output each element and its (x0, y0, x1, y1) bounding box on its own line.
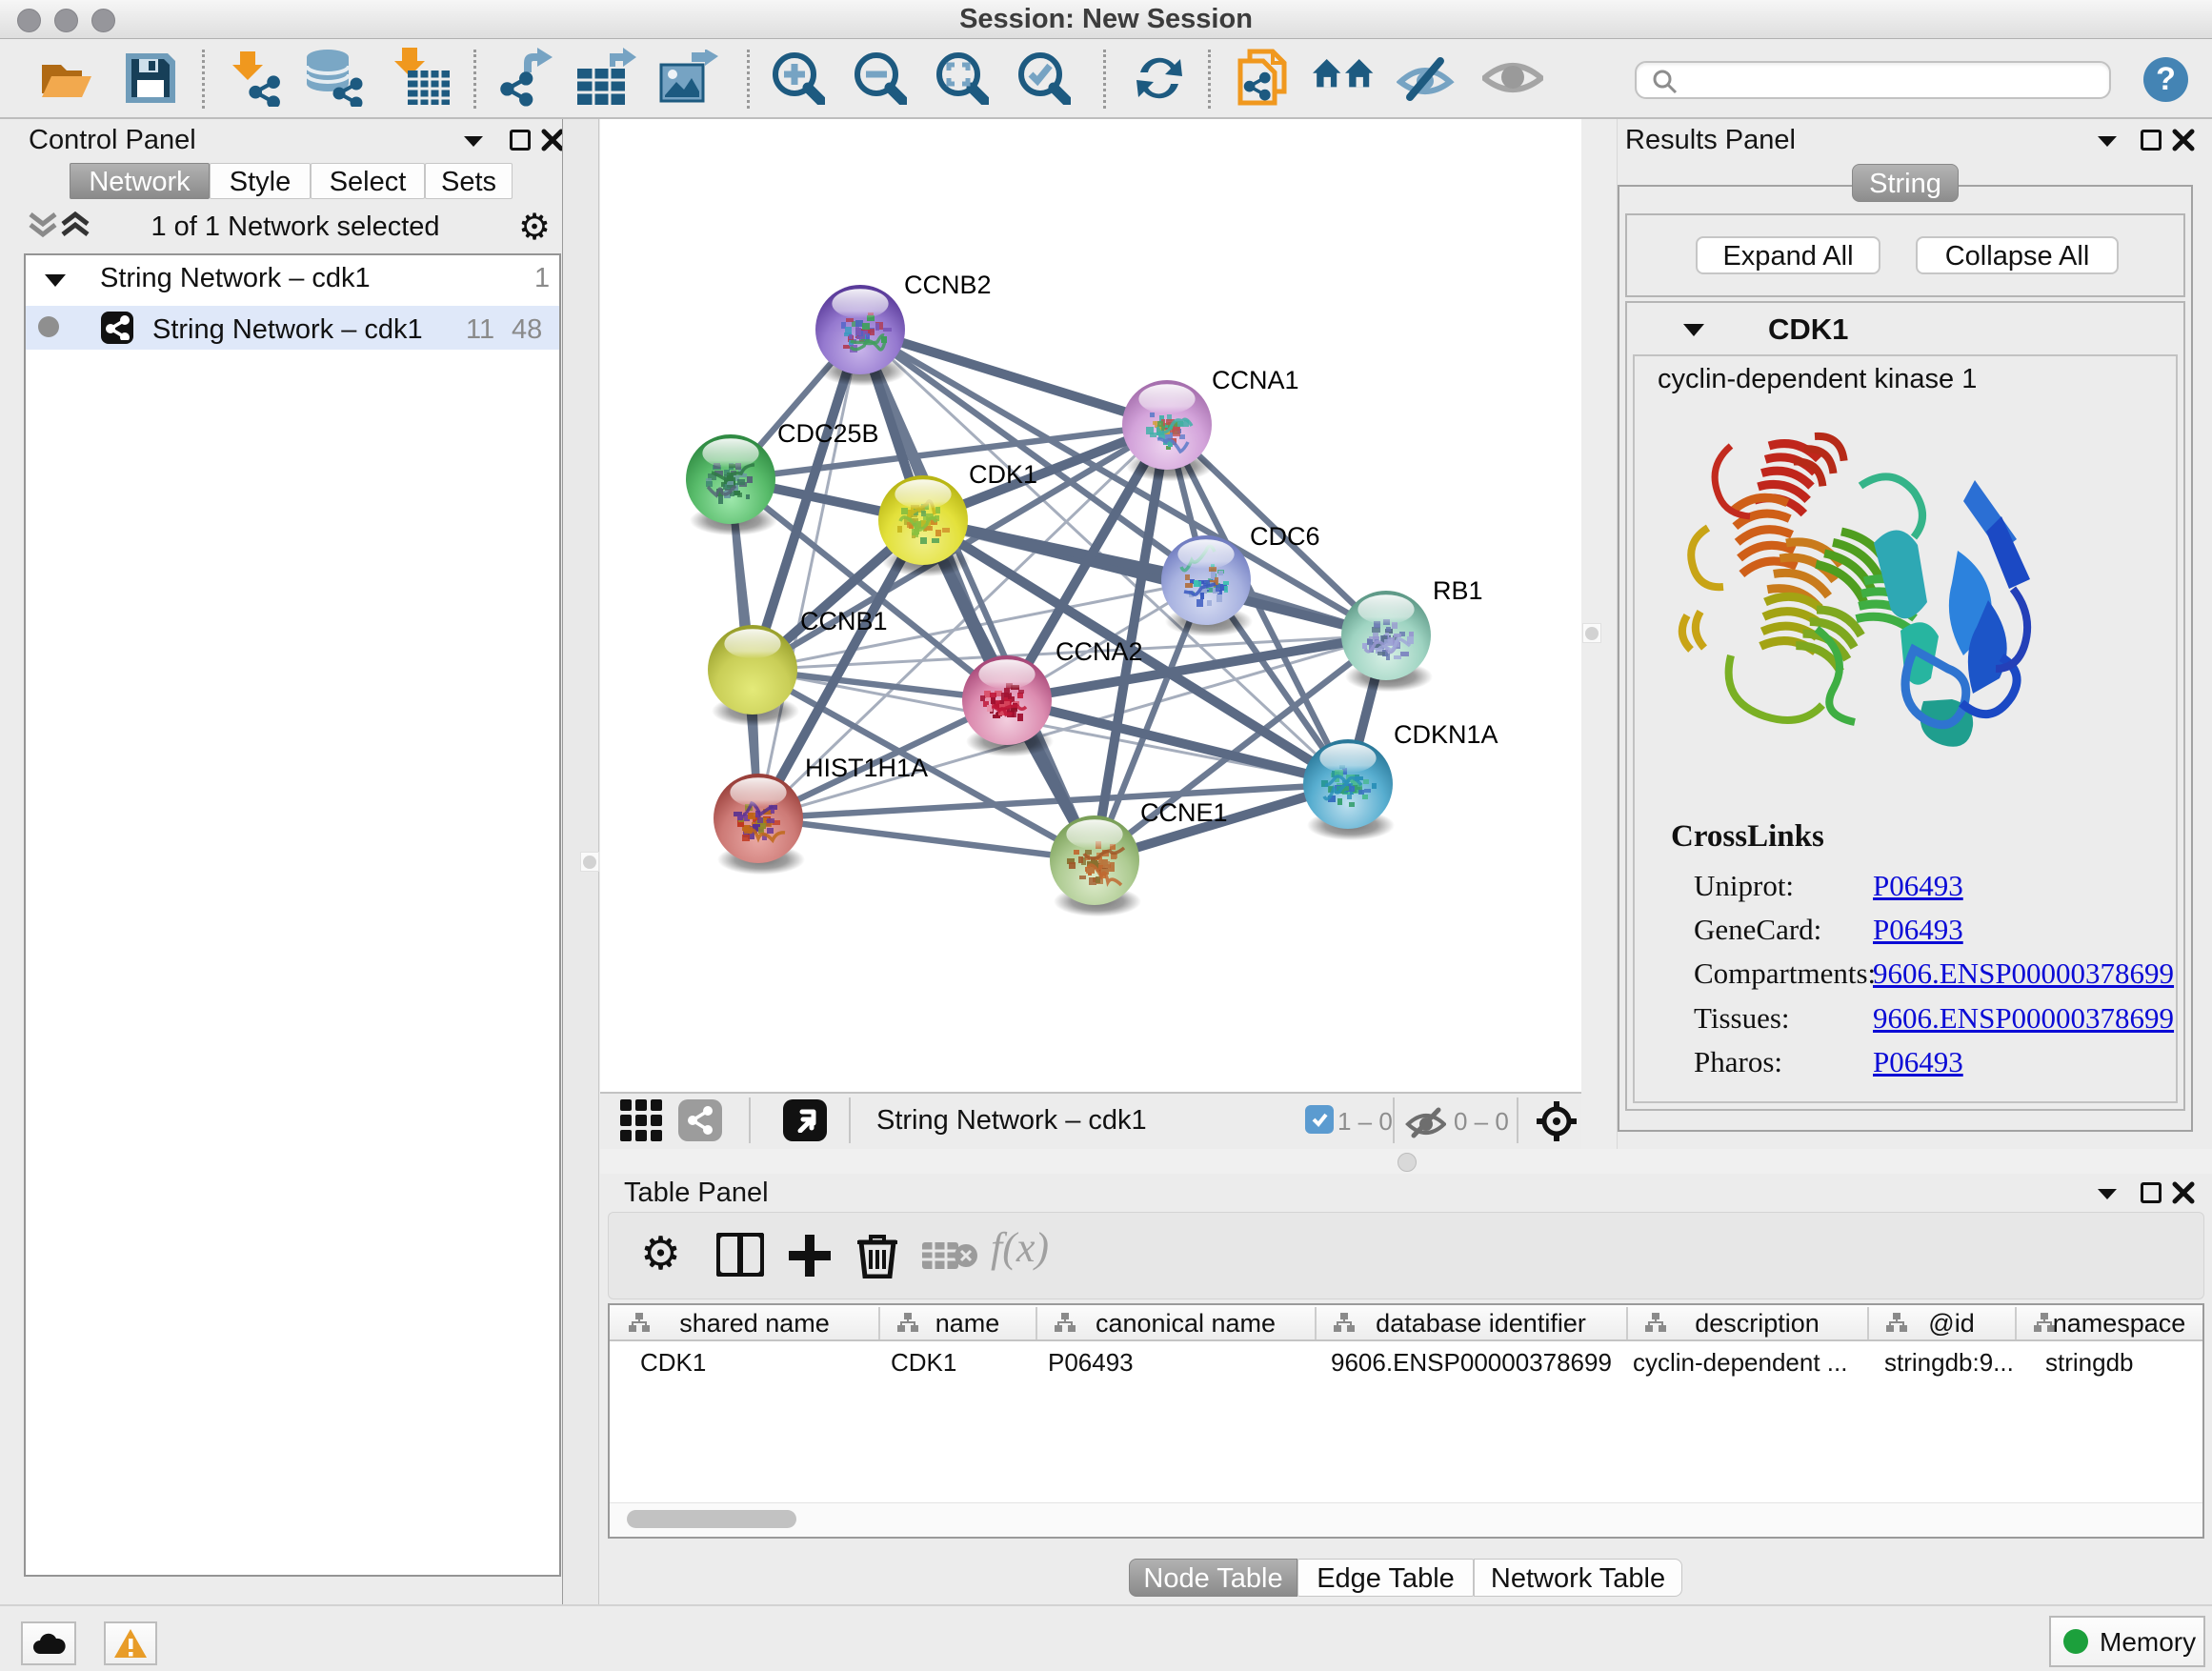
svg-text:CCNA2: CCNA2 (1056, 637, 1143, 666)
svg-text:CCNA1: CCNA1 (1212, 366, 1299, 394)
svg-text:RB1: RB1 (1433, 576, 1483, 605)
svg-text:HIST1H1A: HIST1H1A (805, 754, 928, 782)
svg-text:CCNB1: CCNB1 (800, 607, 888, 635)
svg-text:CDC6: CDC6 (1250, 522, 1320, 551)
svg-text:CCNB2: CCNB2 (904, 271, 992, 299)
svg-text:CDK1: CDK1 (969, 460, 1037, 489)
svg-text:CDC25B: CDC25B (777, 419, 879, 448)
svg-text:CCNE1: CCNE1 (1140, 798, 1228, 827)
svg-text:CDKN1A: CDKN1A (1394, 720, 1498, 749)
